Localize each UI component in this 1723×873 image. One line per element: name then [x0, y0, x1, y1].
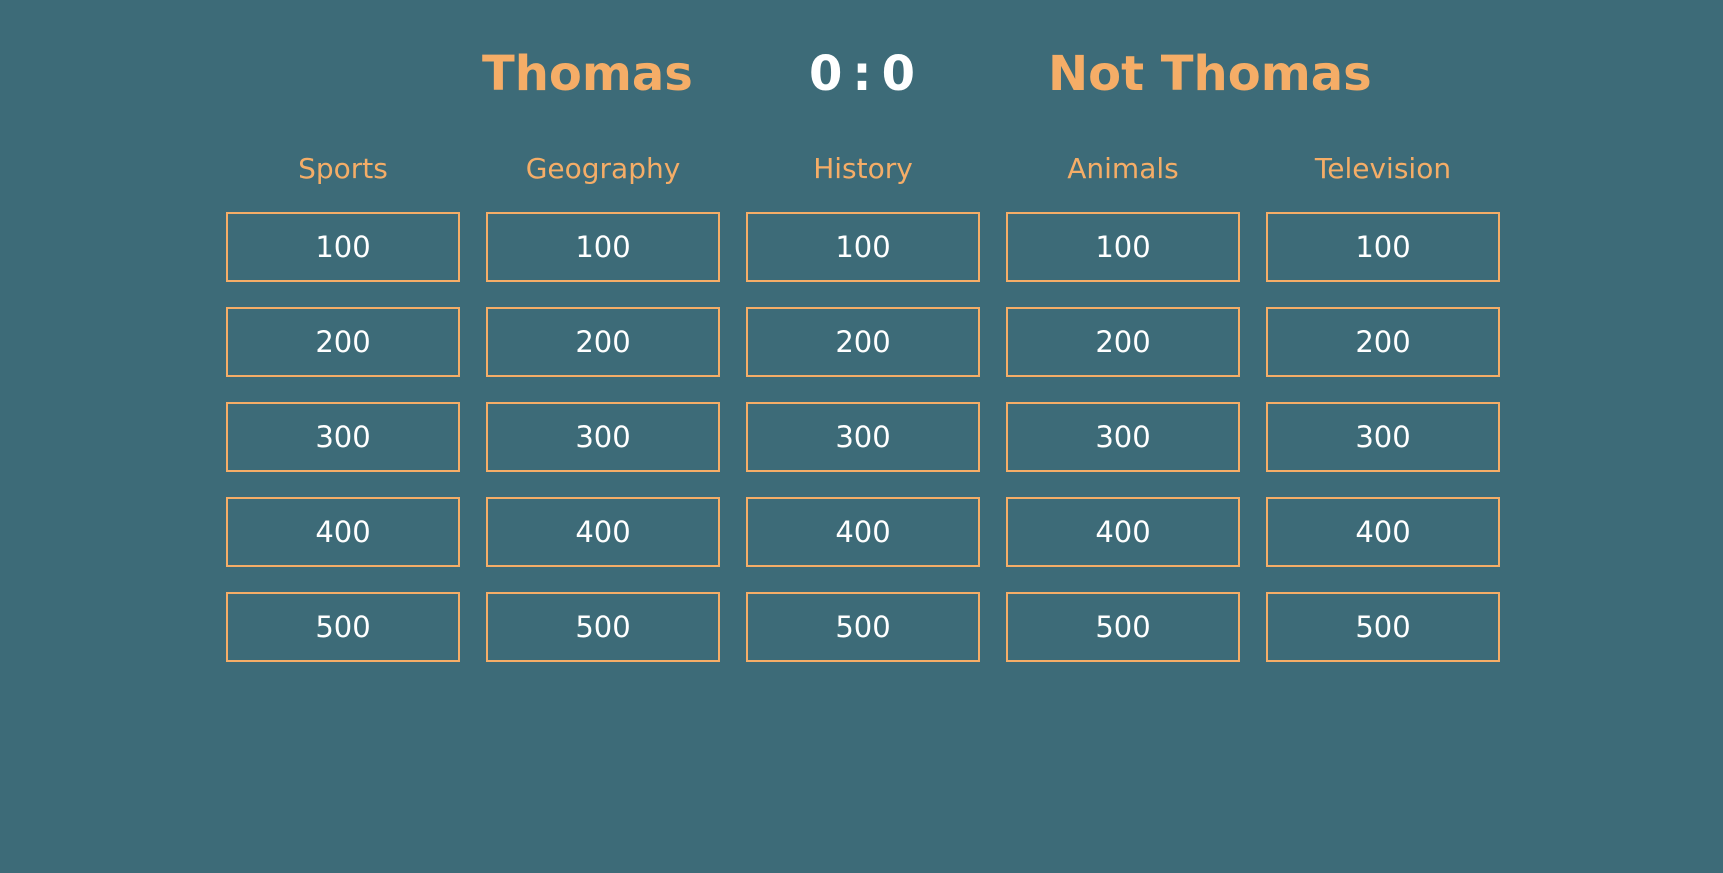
category-column-history: History 100 200 300 400 500 [746, 146, 980, 687]
question-tile[interactable]: 100 [226, 212, 460, 282]
question-tile[interactable]: 400 [1266, 497, 1500, 567]
question-tile[interactable]: 200 [1006, 307, 1240, 377]
question-tile[interactable]: 200 [1266, 307, 1500, 377]
category-column-geography: Geography 100 200 300 400 500 [486, 146, 720, 687]
category-header: History [813, 152, 913, 185]
player-one-score: 0 [809, 46, 843, 102]
category-column-television: Television 100 200 300 400 500 [1266, 146, 1500, 687]
question-tile[interactable]: 300 [1006, 402, 1240, 472]
game-board: Sports 100 200 300 400 500 Geography 100… [226, 146, 1500, 687]
question-tile[interactable]: 200 [746, 307, 980, 377]
question-tile[interactable]: 500 [1266, 592, 1500, 662]
question-tile[interactable]: 300 [486, 402, 720, 472]
question-tile[interactable]: 100 [1006, 212, 1240, 282]
question-tile[interactable]: 400 [486, 497, 720, 567]
category-header: Sports [298, 152, 388, 185]
question-tile[interactable]: 200 [226, 307, 460, 377]
category-column-sports: Sports 100 200 300 400 500 [226, 146, 460, 687]
player-one-name: Thomas [482, 46, 693, 102]
category-column-animals: Animals 100 200 300 400 500 [1006, 146, 1240, 687]
category-header: Television [1314, 152, 1452, 185]
question-tile[interactable]: 500 [746, 592, 980, 662]
question-tile[interactable]: 100 [1266, 212, 1500, 282]
player-two-score: 0 [881, 46, 916, 102]
score-separator: : [852, 46, 872, 102]
question-tile[interactable]: 300 [226, 402, 460, 472]
question-tile[interactable]: 400 [1006, 497, 1240, 567]
question-tile[interactable]: 300 [746, 402, 980, 472]
score-display: 0:0 [809, 38, 915, 110]
question-tile[interactable]: 200 [486, 307, 720, 377]
scoreboard: Thomas 0:0 Not Thomas [0, 38, 1723, 110]
question-tile[interactable]: 400 [746, 497, 980, 567]
question-tile[interactable]: 500 [1006, 592, 1240, 662]
category-header: Geography [525, 152, 681, 185]
question-tile[interactable]: 400 [226, 497, 460, 567]
player-two-name: Not Thomas [1048, 46, 1372, 102]
question-tile[interactable]: 500 [486, 592, 720, 662]
question-tile[interactable]: 100 [486, 212, 720, 282]
question-tile[interactable]: 100 [746, 212, 980, 282]
category-header: Animals [1067, 152, 1179, 185]
question-tile[interactable]: 300 [1266, 402, 1500, 472]
question-tile[interactable]: 500 [226, 592, 460, 662]
